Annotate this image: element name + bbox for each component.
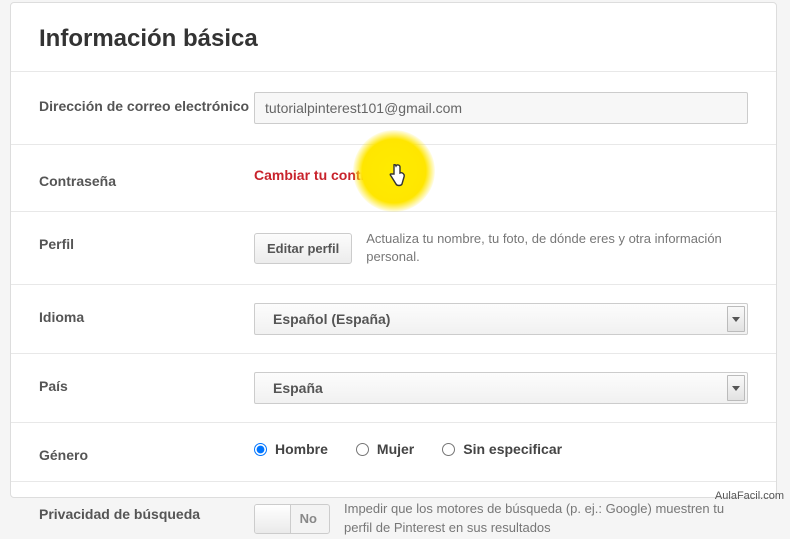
- gender-option-male[interactable]: Hombre: [254, 441, 328, 457]
- country-selected: España: [273, 380, 323, 396]
- page-title: Información básica: [11, 3, 776, 72]
- toggle-knob: [255, 505, 291, 533]
- chevron-down-icon: [727, 306, 745, 332]
- row-gender: Género Hombre Mujer Sin especificar: [11, 423, 776, 482]
- row-email: Dirección de correo electrónico: [11, 72, 776, 145]
- privacy-helper-text: Impedir que los motores de búsqueda (p. …: [344, 500, 748, 536]
- gender-label-female: Mujer: [377, 441, 414, 457]
- gender-option-unspecified[interactable]: Sin especificar: [442, 441, 562, 457]
- gender-radio-male[interactable]: [254, 443, 267, 456]
- gender-option-female[interactable]: Mujer: [356, 441, 414, 457]
- watermark: AulaFacil.com: [715, 490, 784, 502]
- profile-helper-text: Actualiza tu nombre, tu foto, de dónde e…: [366, 230, 748, 266]
- row-profile: Perfil Editar perfil Actualiza tu nombre…: [11, 212, 776, 285]
- email-field[interactable]: [254, 92, 748, 124]
- toggle-label: No: [300, 511, 317, 526]
- row-privacy: Privacidad de búsqueda No Impedir que lo…: [11, 482, 776, 538]
- label-language: Idioma: [39, 303, 254, 325]
- gender-radio-group: Hombre Mujer Sin especificar: [254, 441, 562, 457]
- gender-label-male: Hombre: [275, 441, 328, 457]
- settings-panel: Información básica Dirección de correo e…: [10, 2, 777, 498]
- edit-profile-button[interactable]: Editar perfil: [254, 233, 352, 264]
- row-password: Contraseña Cambiar tu contraseña...: [11, 145, 776, 212]
- row-country: País España: [11, 354, 776, 423]
- country-select[interactable]: España: [254, 372, 748, 404]
- gender-radio-unspecified[interactable]: [442, 443, 455, 456]
- label-password: Contraseña: [39, 167, 254, 189]
- privacy-toggle[interactable]: No: [254, 504, 330, 534]
- row-language: Idioma Español (España): [11, 285, 776, 354]
- label-profile: Perfil: [39, 230, 254, 252]
- language-select[interactable]: Español (España): [254, 303, 748, 335]
- gender-label-unspecified: Sin especificar: [463, 441, 562, 457]
- language-selected: Español (España): [273, 311, 390, 327]
- change-password-link[interactable]: Cambiar tu contraseña...: [254, 167, 417, 183]
- chevron-down-icon: [727, 375, 745, 401]
- label-email: Dirección de correo electrónico: [39, 92, 254, 114]
- label-privacy: Privacidad de búsqueda: [39, 500, 254, 522]
- label-gender: Género: [39, 441, 254, 463]
- label-country: País: [39, 372, 254, 394]
- gender-radio-female[interactable]: [356, 443, 369, 456]
